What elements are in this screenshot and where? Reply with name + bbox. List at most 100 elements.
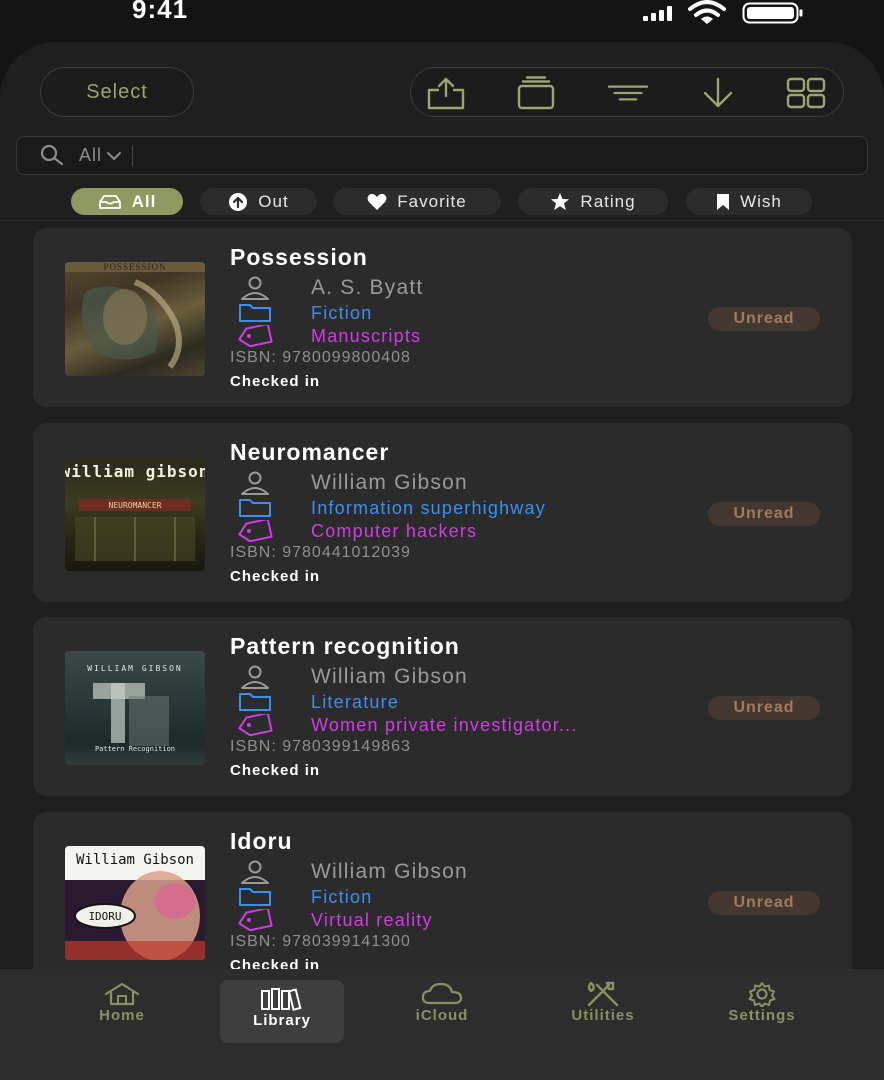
book-tag[interactable]: Manuscripts <box>311 326 421 347</box>
book-card[interactable]: POSSESSION Possession A. S. Byatt Fictio… <box>33 228 852 407</box>
status-icons <box>643 0 804 26</box>
tab-utilities[interactable]: Utilities <box>556 981 650 1033</box>
status-bar: 9:41 <box>0 0 884 30</box>
stack-icon[interactable] <box>516 75 556 111</box>
sort-icon[interactable] <box>608 75 648 111</box>
list-divider <box>0 220 884 221</box>
cover-title: POSSESSION <box>103 262 166 272</box>
tag-row: Manuscripts <box>237 325 421 347</box>
book-tag[interactable]: Virtual reality <box>311 910 433 931</box>
book-card[interactable]: William Gibson IDORU Idoru William Gibso… <box>33 812 852 991</box>
category-row: Fiction <box>237 886 372 908</box>
folder-icon <box>237 691 273 713</box>
folder-icon <box>237 497 273 519</box>
filter-chip-out[interactable]: Out <box>200 188 317 215</box>
search-scope-label: All <box>79 145 103 165</box>
book-title: Pattern recognition <box>230 633 460 659</box>
book-category[interactable]: Fiction <box>311 887 372 908</box>
search-separator <box>132 145 134 166</box>
book-category[interactable]: Information superhighway <box>311 498 546 519</box>
author-row: William Gibson <box>237 860 468 884</box>
filter-chip-label: Wish <box>740 191 782 211</box>
author-row: William Gibson <box>237 665 468 689</box>
tag-icon <box>237 909 273 931</box>
battery-icon <box>742 2 803 24</box>
category-row: Fiction <box>237 302 372 324</box>
tab-label: Utilities <box>571 1007 635 1024</box>
grid-icon[interactable] <box>786 75 826 111</box>
filter-chip-label: Rating <box>580 191 636 211</box>
unread-badge: Unread <box>708 502 820 526</box>
book-cover-image: WILLIAM GIBSON Pattern Recognition <box>65 651 205 765</box>
book-tag[interactable]: Women private investigator... <box>311 715 578 736</box>
book-isbn: ISBN: 9780099800408 <box>230 349 411 366</box>
filter-chip-label: Favorite <box>397 191 467 211</box>
tab-settings[interactable]: Settings <box>714 981 810 1033</box>
book-title: Idoru <box>230 828 293 854</box>
book-author: A. S. Byatt <box>311 276 424 299</box>
arrow-up-circle-icon <box>229 192 248 211</box>
search-bar[interactable]: All <box>16 136 868 175</box>
book-title: Neuromancer <box>230 439 390 465</box>
unread-badge: Unread <box>708 891 820 915</box>
book-title: Possession <box>230 244 368 270</box>
select-button[interactable]: Select <box>40 67 194 117</box>
svg-text:NEUROMANCER: NEUROMANCER <box>109 501 162 510</box>
filter-chip-favorite[interactable]: Favorite <box>333 188 501 215</box>
book-card[interactable]: william gibson NEUROMANCER Neuromancer W… <box>33 423 852 602</box>
book-status: Checked in <box>230 373 321 390</box>
unread-badge: Unread <box>708 696 820 720</box>
books-icon <box>260 986 304 1012</box>
book-card[interactable]: WILLIAM GIBSON Pattern Recognition Patte… <box>33 617 852 796</box>
search-icon <box>39 143 65 169</box>
search-scope-dropdown[interactable]: All <box>79 145 122 166</box>
svg-text:Pattern Recognition: Pattern Recognition <box>95 745 175 753</box>
svg-text:IDORU: IDORU <box>88 910 121 923</box>
tray-icon <box>98 194 121 209</box>
book-author: William Gibson <box>311 860 468 883</box>
folder-icon <box>237 886 273 908</box>
filter-chip-rating[interactable]: Rating <box>518 188 668 215</box>
tab-home[interactable]: Home <box>82 981 162 1033</box>
tag-row: Virtual reality <box>237 909 433 931</box>
tab-icloud[interactable]: iCloud <box>402 981 482 1033</box>
tag-icon <box>237 325 273 347</box>
download-icon[interactable] <box>698 75 738 111</box>
person-icon <box>237 471 273 495</box>
tab-label: Settings <box>728 1007 796 1024</box>
filter-chip-label: All <box>131 191 157 211</box>
cellular-signal-icon <box>643 5 672 21</box>
book-isbn: ISBN: 9780441012039 <box>230 544 411 561</box>
book-status: Checked in <box>230 762 321 779</box>
person-icon <box>237 665 273 689</box>
wifi-icon <box>688 0 726 24</box>
book-tag[interactable]: Computer hackers <box>311 521 477 542</box>
person-icon <box>237 860 273 884</box>
cover-author: WILLIAM GIBSON <box>87 664 182 673</box>
tag-row: Computer hackers <box>237 520 477 542</box>
book-author: William Gibson <box>311 471 468 494</box>
book-category[interactable]: Literature <box>311 692 399 713</box>
book-status: Checked in <box>230 568 321 585</box>
book-author: William Gibson <box>311 665 468 688</box>
tools-icon <box>583 981 623 1007</box>
tab-label: Library <box>253 1012 311 1029</box>
tag-row: Women private investigator... <box>237 714 578 736</box>
filter-chip-wish[interactable]: Wish <box>686 188 812 215</box>
cloud-icon <box>420 981 464 1007</box>
book-isbn: ISBN: 9780399149863 <box>230 738 411 755</box>
gear-icon <box>744 981 780 1007</box>
tag-icon <box>237 520 273 542</box>
book-cover-image: POSSESSION <box>65 262 205 376</box>
share-icon[interactable] <box>426 75 466 111</box>
filter-chip-all[interactable]: All <box>71 188 183 215</box>
house-icon <box>102 981 142 1007</box>
author-row: William Gibson <box>237 471 468 495</box>
tab-library[interactable]: Library <box>220 980 344 1043</box>
status-time: 9:41 <box>132 0 189 24</box>
book-category[interactable]: Fiction <box>311 303 372 324</box>
category-row: Information superhighway <box>237 497 546 519</box>
person-icon <box>237 276 273 300</box>
bookmark-icon <box>717 193 730 210</box>
book-cover-image: william gibson NEUROMANCER <box>65 457 205 571</box>
